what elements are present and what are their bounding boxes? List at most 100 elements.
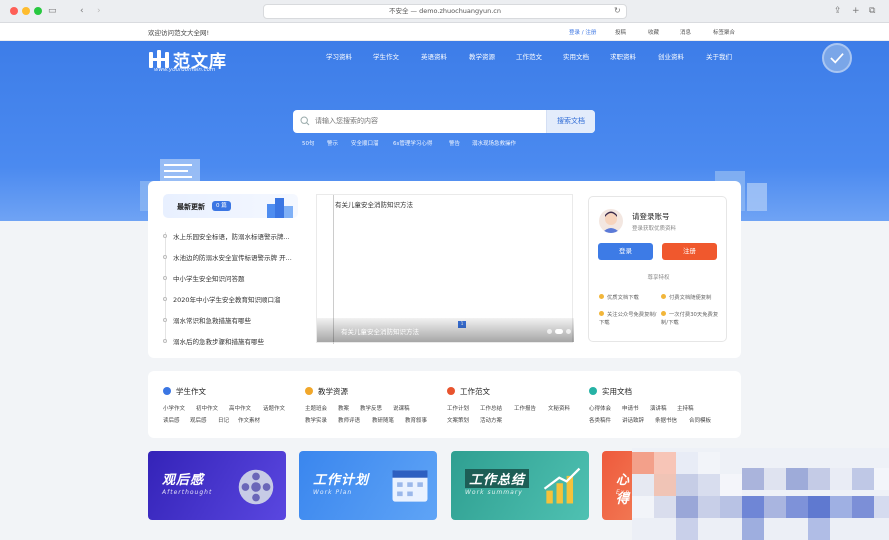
category-link[interactable]: 讲话致辞 [622, 416, 644, 424]
list-item-title[interactable]: 2020年中小学生安全教育知识顺口溜 [173, 294, 308, 304]
document-preview-carousel[interactable]: 有关儿童安全消防知识方法 1 有关儿童安全消防知识方法 [316, 194, 574, 344]
list-item[interactable]: 水池边的防溺水安全宣传标语警示牌 开... [163, 251, 308, 263]
list-item[interactable]: 中小学生安全知识问答题 [163, 272, 308, 284]
category-link[interactable]: 申请书 [622, 404, 639, 412]
hot-keyword[interactable]: 6s管理学习心得 [393, 139, 432, 147]
bullet-icon [163, 297, 167, 301]
list-item-title[interactable]: 水池边的防溺水安全宣传标语警示牌 开... [173, 252, 308, 262]
banner-afterthought[interactable]: 观后感 Afterthought [148, 451, 286, 520]
nav-teaching[interactable]: 教学资源 [469, 51, 495, 61]
submit-link[interactable]: 投稿 [615, 28, 626, 36]
category-link[interactable]: 演讲稿 [650, 404, 667, 412]
back-icon[interactable]: ‹ [80, 5, 84, 17]
category-link[interactable]: 教学实录 [305, 416, 327, 424]
carousel-dot[interactable] [547, 329, 552, 334]
hot-keyword[interactable]: 溺水现场急救操作 [472, 139, 516, 147]
work-template-icon [447, 387, 455, 395]
category-link[interactable]: 工作计划 [447, 404, 469, 412]
list-item[interactable]: 溺水后的急救步骤和措施有哪些 [163, 335, 308, 347]
category-link[interactable]: 观后感 [190, 416, 207, 424]
list-item-title[interactable]: 溺水后的急救步骤和措施有哪些 [173, 336, 308, 346]
category-link[interactable]: 文案策划 [447, 416, 469, 424]
search-input[interactable] [315, 110, 543, 133]
nav-startup[interactable]: 创业资料 [658, 51, 684, 61]
search-button[interactable]: 搜索文档 [546, 110, 595, 133]
list-item[interactable]: 2020年中小学生安全教育知识顺口溜 [163, 293, 308, 305]
browser-toolbar: ▭ ‹ › 不安全 — demo.zhuochuangyun.cn ↻ ⇪ + … [0, 0, 889, 23]
category-link[interactable]: 小学作文 [163, 404, 185, 412]
new-tab-icon[interactable]: + [852, 5, 860, 17]
close-window-button[interactable] [10, 7, 18, 15]
category-link[interactable]: 主题班会 [305, 404, 327, 412]
category-link[interactable]: 工作总结 [480, 404, 502, 412]
category-link[interactable]: 文秘资料 [548, 404, 570, 412]
category-link[interactable]: 活动方案 [480, 416, 502, 424]
category-link[interactable]: 合同模板 [689, 416, 711, 424]
category-link[interactable]: 初中作文 [196, 404, 218, 412]
category-link[interactable]: 教案 [338, 404, 349, 412]
list-item[interactable]: 溺水常识和急救措施有哪些 [163, 314, 308, 326]
list-item-title[interactable]: 水上乐园安全标语，防溺水标语警示牌... [173, 231, 308, 241]
nav-about[interactable]: 关于我们 [706, 51, 732, 61]
address-bar[interactable]: 不安全 — demo.zhuochuangyun.cn [263, 4, 627, 19]
share-icon[interactable]: ⇪ [834, 5, 842, 17]
category-title[interactable]: 学生作文 [176, 386, 206, 397]
carousel-caption[interactable]: 有关儿童安全消防知识方法 [341, 326, 419, 336]
sidebar-toggle-icon[interactable]: ▭ [48, 5, 57, 17]
category-link[interactable]: 教师评语 [338, 416, 360, 424]
feature-icon [661, 294, 666, 299]
nav-study-materials[interactable]: 学习资料 [326, 51, 352, 61]
login-register-link[interactable]: 登录 / 注册 [569, 28, 596, 36]
messages-link[interactable]: 消息 [680, 28, 691, 36]
favorites-link[interactable]: 收藏 [648, 28, 659, 36]
hot-keyword[interactable]: 50句 [302, 139, 315, 147]
carousel-caption-bar: 有关儿童安全消防知识方法 [317, 318, 574, 342]
category-link[interactable]: 教育叙事 [405, 416, 427, 424]
banner-work-plan[interactable]: 工作计划 Work Plan [299, 451, 437, 520]
reload-icon[interactable]: ↻ [614, 5, 621, 17]
list-item-title[interactable]: 中小学生安全知识问答题 [173, 273, 308, 283]
hot-keyword[interactable]: 警示 [327, 139, 338, 147]
category-title[interactable]: 实用文档 [602, 386, 632, 397]
category-link[interactable]: 工作报告 [514, 404, 536, 412]
register-button[interactable]: 注册 [662, 243, 717, 260]
list-item[interactable]: 水上乐园安全标语，防溺水标语警示牌... [163, 230, 308, 242]
category-link[interactable]: 教学反思 [360, 404, 382, 412]
hot-keyword[interactable]: 安全顺口溜 [351, 139, 379, 147]
banner-title: 工作计划 [313, 473, 370, 488]
carousel-dot[interactable] [566, 329, 571, 334]
category-link[interactable]: 高中作文 [229, 404, 251, 412]
nav-work-templates[interactable]: 工作范文 [516, 51, 542, 61]
tag-aggregation-link[interactable]: 标签聚合 [713, 28, 735, 36]
feature-text: 付费文档随便复制 [669, 295, 712, 301]
forward-icon[interactable]: › [97, 5, 101, 17]
bullet-icon [163, 255, 167, 259]
category-link[interactable]: 作文素材 [238, 416, 260, 424]
list-item-title[interactable]: 溺水常识和急救措施有哪些 [173, 315, 308, 325]
category-link[interactable]: 主持稿 [677, 404, 694, 412]
nav-english[interactable]: 英语资料 [421, 51, 447, 61]
category-link[interactable]: 条据书信 [655, 416, 677, 424]
nav-job-hunting[interactable]: 求职资料 [610, 51, 636, 61]
category-link[interactable]: 说课稿 [393, 404, 410, 412]
minimize-window-button[interactable] [22, 7, 30, 15]
banner-work-summary[interactable]: 工作总结 Work summary [451, 451, 589, 520]
login-button[interactable]: 登录 [598, 243, 653, 260]
welcome-text: 欢迎访问范文大全网! [148, 29, 210, 37]
tab-overview-icon[interactable]: ⧉ [869, 5, 875, 17]
nav-student-essays[interactable]: 学生作文 [373, 51, 399, 61]
category-link[interactable]: 教研随笔 [372, 416, 394, 424]
category-link[interactable]: 心得体会 [589, 404, 611, 412]
carousel-dot-active[interactable] [555, 329, 563, 334]
category-link[interactable]: 日记 [218, 416, 229, 424]
category-link[interactable]: 读后感 [163, 416, 180, 424]
calendar-icon [392, 470, 428, 502]
category-title[interactable]: 教学资源 [318, 386, 348, 397]
category-title[interactable]: 工作范文 [460, 386, 490, 397]
category-link[interactable]: 话题作文 [263, 404, 285, 412]
hot-keyword[interactable]: 警告 [449, 139, 460, 147]
category-link[interactable]: 各类稿件 [589, 416, 611, 424]
newest-header: 最新更新 0 篇 [163, 194, 298, 218]
maximize-window-button[interactable] [34, 7, 42, 15]
nav-practical-docs[interactable]: 实用文档 [563, 51, 589, 61]
